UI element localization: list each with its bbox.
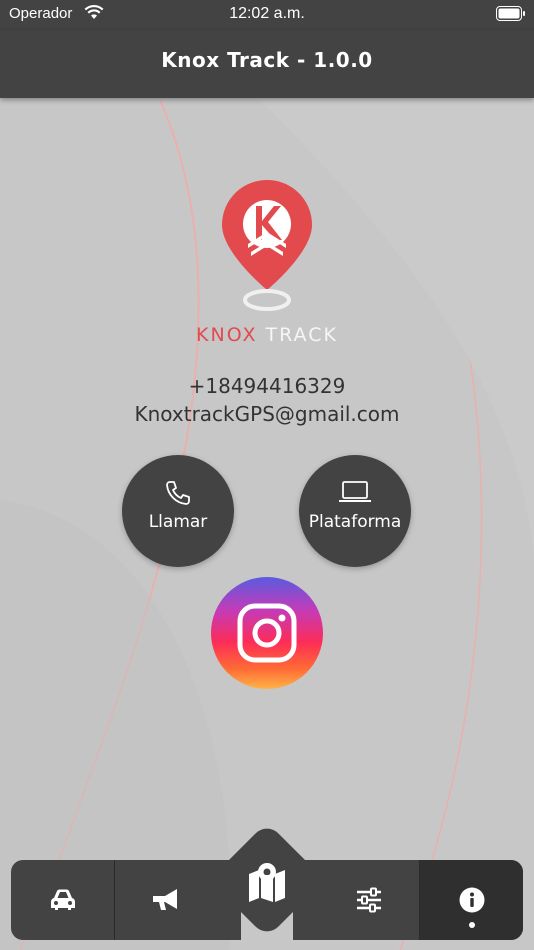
- clock: 12:02 a.m.: [229, 5, 305, 22]
- instagram-button[interactable]: [211, 577, 323, 689]
- platform-button[interactable]: Plataforma: [299, 455, 411, 567]
- sliders-icon: [356, 887, 381, 913]
- instagram-icon: [237, 603, 297, 663]
- nav-bar: Knox Track - 1.0.0: [0, 30, 534, 98]
- tab-bar-right: [293, 860, 523, 940]
- email-address: KnoxtrackGPS@gmail.com: [134, 402, 400, 426]
- brand-part-knox: KNOX: [196, 324, 258, 346]
- battery-icon: [496, 6, 526, 25]
- phone-number: +18494416329: [188, 374, 346, 398]
- call-button[interactable]: Llamar: [122, 455, 234, 567]
- tab-alerts[interactable]: [115, 860, 218, 940]
- tab-bar-left: [11, 860, 241, 940]
- laptop-icon: [299, 479, 411, 509]
- info-icon: [459, 887, 484, 913]
- brand-wordmark: KNOX TRACK: [0, 324, 534, 346]
- map-icon: [249, 863, 285, 902]
- status-bar: Operador 12:02 a.m.: [0, 0, 534, 30]
- page-title: Knox Track - 1.0.0: [161, 48, 373, 72]
- tab-info[interactable]: [420, 860, 523, 940]
- car-icon: [50, 889, 75, 910]
- knox-track-logo: [222, 180, 312, 311]
- megaphone-icon: [152, 889, 177, 910]
- tab-map[interactable]: [245, 862, 289, 902]
- phone-icon: [122, 479, 234, 511]
- tab-vehicles[interactable]: [11, 860, 114, 940]
- call-button-label: Llamar: [148, 512, 208, 532]
- platform-button-label: Plataforma: [308, 512, 402, 532]
- background-decoration: [0, 99, 534, 950]
- tab-settings[interactable]: [317, 860, 420, 940]
- brand-part-track: TRACK: [265, 324, 338, 346]
- tab-bar: [0, 822, 534, 950]
- active-tab-indicator: [469, 922, 475, 928]
